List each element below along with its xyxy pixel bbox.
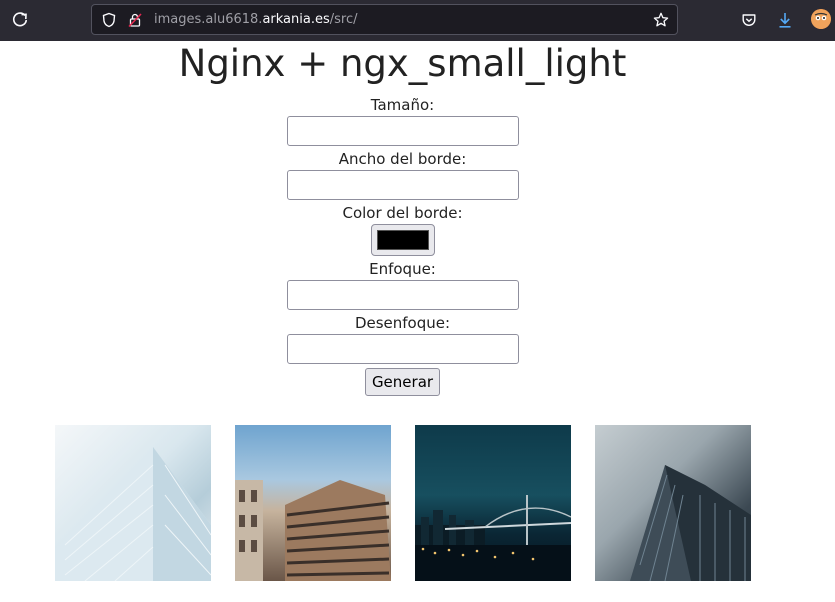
gallery-image-city-buildings[interactable] [235, 425, 391, 581]
blur-input[interactable] [286, 334, 519, 364]
border-color-label: Color del borde: [342, 204, 463, 222]
gallery-image-skyscraper[interactable] [595, 425, 751, 581]
reload-icon[interactable] [8, 8, 32, 32]
blur-label: Desenfoque: [354, 314, 451, 332]
url-text[interactable]: images.alu6618.arkania.es/src/ [154, 11, 358, 29]
size-input[interactable] [286, 116, 519, 146]
gallery-image-bridge-night[interactable] [415, 425, 571, 581]
download-icon[interactable] [775, 9, 795, 31]
sharpen-input[interactable] [286, 280, 519, 310]
sharpen-label: Enfoque: [369, 260, 436, 278]
border-color-picker[interactable] [370, 224, 435, 256]
bookmark-star-icon[interactable] [651, 10, 671, 30]
image-options-form: Tamaño: Ancho del borde: Color del borde… [0, 94, 805, 396]
insecure-lock-icon[interactable] [126, 11, 144, 29]
color-swatch [376, 230, 429, 250]
address-bar[interactable]: images.alu6618.arkania.es/src/ [91, 4, 678, 35]
pocket-icon[interactable] [739, 10, 759, 30]
page-title: Nginx + ngx_small_light [178, 42, 627, 85]
generate-button[interactable]: Generar [364, 368, 441, 396]
border-width-label: Ancho del borde: [338, 150, 467, 168]
browser-toolbar: images.alu6618.arkania.es/src/ [0, 0, 835, 41]
account-avatar[interactable] [811, 9, 831, 29]
size-label: Tamaño: [370, 96, 435, 114]
border-width-input[interactable] [286, 170, 519, 200]
shield-icon[interactable] [100, 11, 118, 29]
gallery-image-building-facade[interactable] [55, 425, 211, 581]
